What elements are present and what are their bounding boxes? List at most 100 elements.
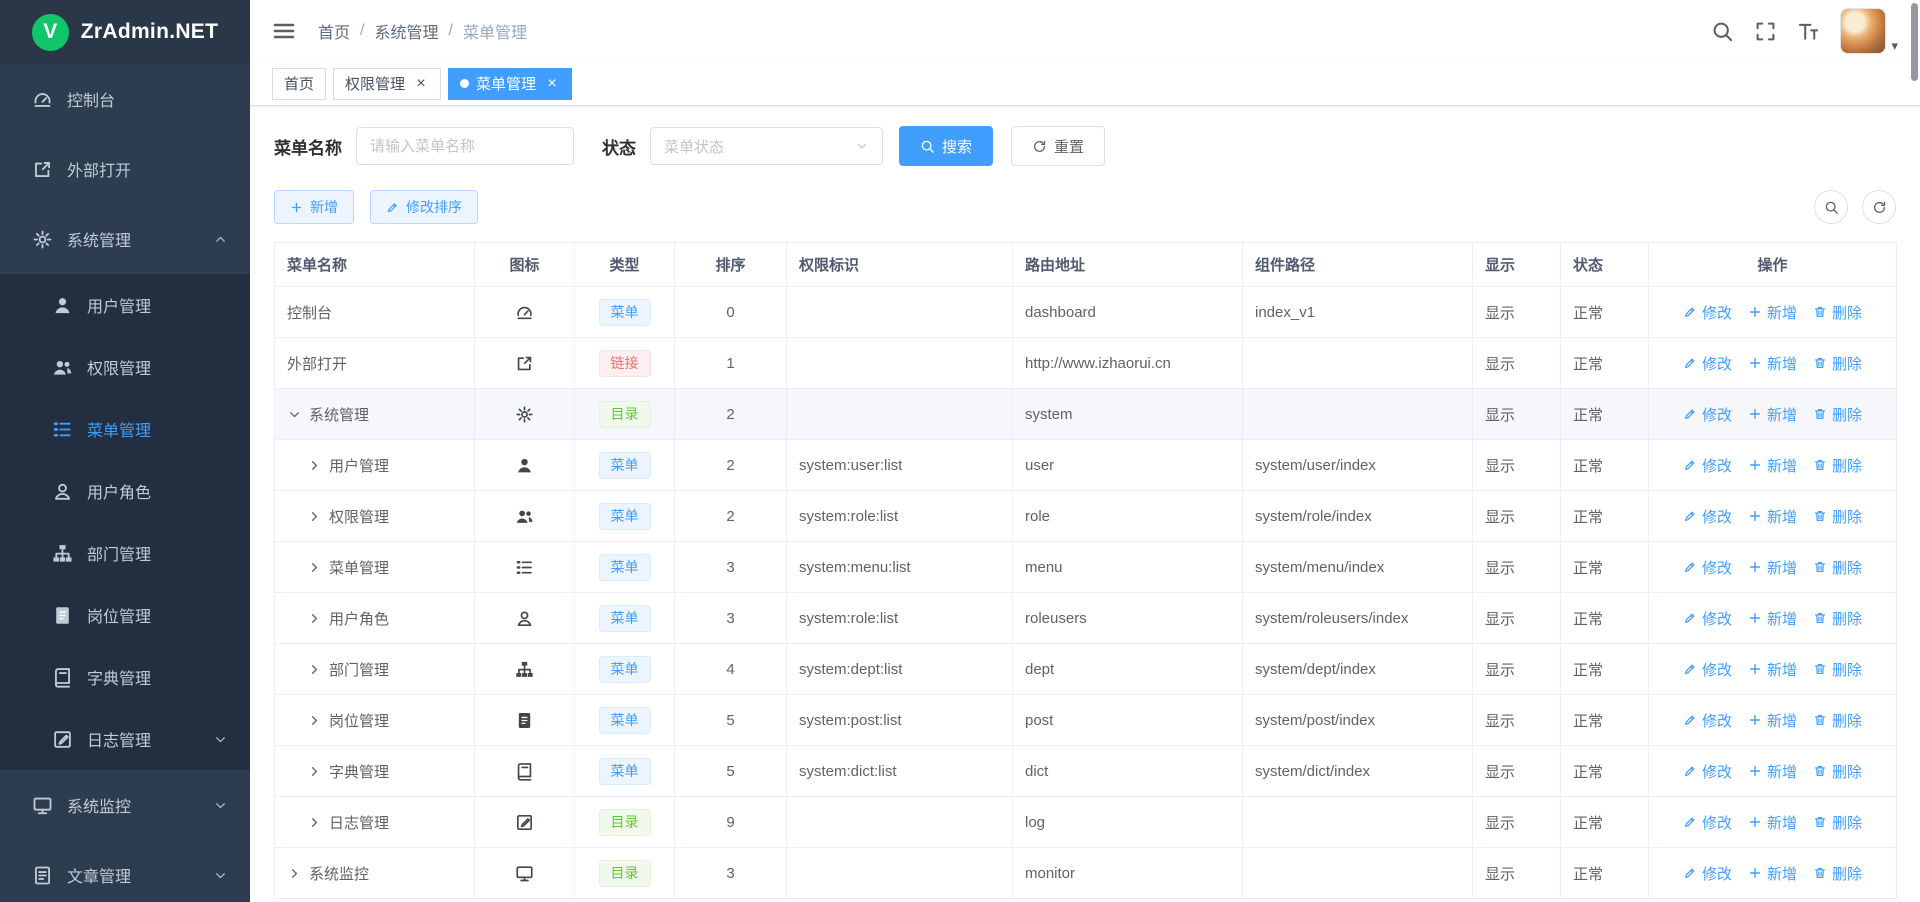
table-row[interactable]: 用户角色菜单3system:role:listroleuserssystem/r… (275, 593, 1897, 644)
column-header: 图标 (475, 243, 575, 287)
sidebar-item-article[interactable]: 文章管理 (0, 840, 250, 902)
table-row[interactable]: 部门管理菜单4system:dept:listdeptsystem/dept/i… (275, 644, 1897, 695)
close-icon[interactable]: × (544, 76, 560, 92)
sort-edit-button[interactable]: 修改排序 (370, 190, 478, 224)
sidebar-item-dict[interactable]: 字典管理 (0, 646, 250, 708)
chevron-right-icon[interactable] (307, 662, 322, 677)
edit-link[interactable]: 修改 (1683, 761, 1732, 782)
add-link[interactable]: 新增 (1748, 608, 1797, 629)
edit-link[interactable]: 修改 (1683, 659, 1732, 680)
table-row[interactable]: 权限管理菜单2system:role:listrolesystem/role/i… (275, 491, 1897, 542)
close-icon[interactable]: × (413, 76, 429, 92)
sidebar-item-role[interactable]: 权限管理 (0, 336, 250, 398)
breadcrumb-item[interactable]: 首页 (318, 19, 350, 43)
user-menu[interactable]: ▾ (1840, 8, 1898, 54)
add-link[interactable]: 新增 (1748, 302, 1797, 323)
delete-link[interactable]: 删除 (1813, 812, 1862, 833)
status-select[interactable]: 菜单状态 (650, 127, 883, 165)
add-link[interactable]: 新增 (1748, 506, 1797, 527)
refresh-table-button[interactable] (1862, 190, 1896, 224)
edit-link[interactable]: 修改 (1683, 302, 1732, 323)
add-link[interactable]: 新增 (1748, 761, 1797, 782)
sidebar-item-dept[interactable]: 部门管理 (0, 522, 250, 584)
edit-link-label: 修改 (1702, 455, 1732, 476)
chevron-down-icon[interactable] (287, 407, 302, 422)
edit-link[interactable]: 修改 (1683, 710, 1732, 731)
sidebar-item-monitor[interactable]: 系统监控 (0, 770, 250, 840)
hamburger-icon[interactable] (272, 19, 296, 43)
tab-首页[interactable]: 首页 (272, 68, 326, 100)
delete-link[interactable]: 删除 (1813, 455, 1862, 476)
table-row[interactable]: 岗位管理菜单5system:post:listpostsystem/post/i… (275, 695, 1897, 746)
search-button[interactable]: 搜索 (899, 126, 993, 166)
chevron-right-icon[interactable] (307, 611, 322, 626)
edit-link[interactable]: 修改 (1683, 863, 1732, 884)
sidebar-item-post[interactable]: 岗位管理 (0, 584, 250, 646)
sidebar-item-menu[interactable]: 菜单管理 (0, 398, 250, 460)
sidebar-item-dashboard[interactable]: 控制台 (0, 64, 250, 134)
delete-link[interactable]: 删除 (1813, 710, 1862, 731)
chevron-right-icon[interactable] (307, 764, 322, 779)
sidebar-item-user[interactable]: 用户管理 (0, 274, 250, 336)
avatar[interactable] (1840, 8, 1886, 54)
add-button[interactable]: 新增 (274, 190, 354, 224)
chevron-right-icon[interactable] (307, 815, 322, 830)
scrollbar-thumb[interactable] (1911, 3, 1918, 81)
table-row[interactable]: 外部打开链接1http://www.izhaorui.cn显示正常修改新增删除 (275, 338, 1897, 389)
table-row[interactable]: 菜单管理菜单3system:menu:listmenusystem/menu/i… (275, 542, 1897, 593)
delete-link[interactable]: 删除 (1813, 302, 1862, 323)
sidebar-item-roleusers[interactable]: 用户角色 (0, 460, 250, 522)
add-link[interactable]: 新增 (1748, 812, 1797, 833)
delete-link[interactable]: 删除 (1813, 659, 1862, 680)
delete-link[interactable]: 删除 (1813, 506, 1862, 527)
sidebar-item-external[interactable]: 外部打开 (0, 134, 250, 204)
chevron-right-icon[interactable] (307, 509, 322, 524)
table-row[interactable]: 日志管理目录9log显示正常修改新增删除 (275, 797, 1897, 848)
table-row[interactable]: 用户管理菜单2system:user:listusersystem/user/i… (275, 440, 1897, 491)
add-link[interactable]: 新增 (1748, 404, 1797, 425)
menu-name-input[interactable] (370, 138, 560, 155)
tab-菜单管理[interactable]: 菜单管理× (448, 68, 572, 100)
delete-link[interactable]: 删除 (1813, 863, 1862, 884)
sidebar-item-system[interactable]: 系统管理 (0, 204, 250, 274)
chevron-up-icon (213, 232, 228, 247)
edit-link[interactable]: 修改 (1683, 404, 1732, 425)
reset-button[interactable]: 重置 (1011, 126, 1105, 166)
add-link[interactable]: 新增 (1748, 557, 1797, 578)
table-row[interactable]: 字典管理菜单5system:dict:listdictsystem/dict/i… (275, 746, 1897, 797)
menu-name-field[interactable] (356, 127, 574, 165)
fullscreen-icon[interactable] (1754, 20, 1777, 43)
table-row[interactable]: 系统监控目录3monitor显示正常修改新增删除 (275, 848, 1897, 899)
table-row[interactable]: 控制台菜单0dashboardindex_v1显示正常修改新增删除 (275, 287, 1897, 338)
edit-link[interactable]: 修改 (1683, 506, 1732, 527)
chevron-right-icon[interactable] (307, 458, 322, 473)
sidebar-item-log[interactable]: 日志管理 (0, 708, 250, 770)
delete-link[interactable]: 删除 (1813, 353, 1862, 374)
add-link[interactable]: 新增 (1748, 353, 1797, 374)
delete-link[interactable]: 删除 (1813, 608, 1862, 629)
app-logo[interactable]: V ZrAdmin.NET (0, 0, 250, 64)
chevron-right-icon[interactable] (287, 866, 302, 881)
chevron-right-icon[interactable] (307, 560, 322, 575)
add-link[interactable]: 新增 (1748, 659, 1797, 680)
breadcrumb-item[interactable]: 系统管理 (374, 19, 438, 43)
search-icon[interactable] (1711, 20, 1734, 43)
edit-link[interactable]: 修改 (1683, 557, 1732, 578)
add-link[interactable]: 新增 (1748, 455, 1797, 476)
delete-link[interactable]: 删除 (1813, 404, 1862, 425)
tab-权限管理[interactable]: 权限管理× (333, 68, 441, 100)
edit-link[interactable]: 修改 (1683, 608, 1732, 629)
font-size-icon[interactable] (1797, 20, 1820, 43)
edit-link[interactable]: 修改 (1683, 812, 1732, 833)
delete-link[interactable]: 删除 (1813, 761, 1862, 782)
add-link[interactable]: 新增 (1748, 863, 1797, 884)
delete-link-label: 删除 (1832, 659, 1862, 680)
add-link[interactable]: 新增 (1748, 710, 1797, 731)
edit-link[interactable]: 修改 (1683, 353, 1732, 374)
edit-link[interactable]: 修改 (1683, 455, 1732, 476)
show-search-button[interactable] (1814, 190, 1848, 224)
chevron-right-icon[interactable] (307, 713, 322, 728)
delete-link[interactable]: 删除 (1813, 557, 1862, 578)
type-tag: 菜单 (599, 656, 651, 683)
table-row[interactable]: 系统管理目录2system显示正常修改新增删除 (275, 389, 1897, 440)
